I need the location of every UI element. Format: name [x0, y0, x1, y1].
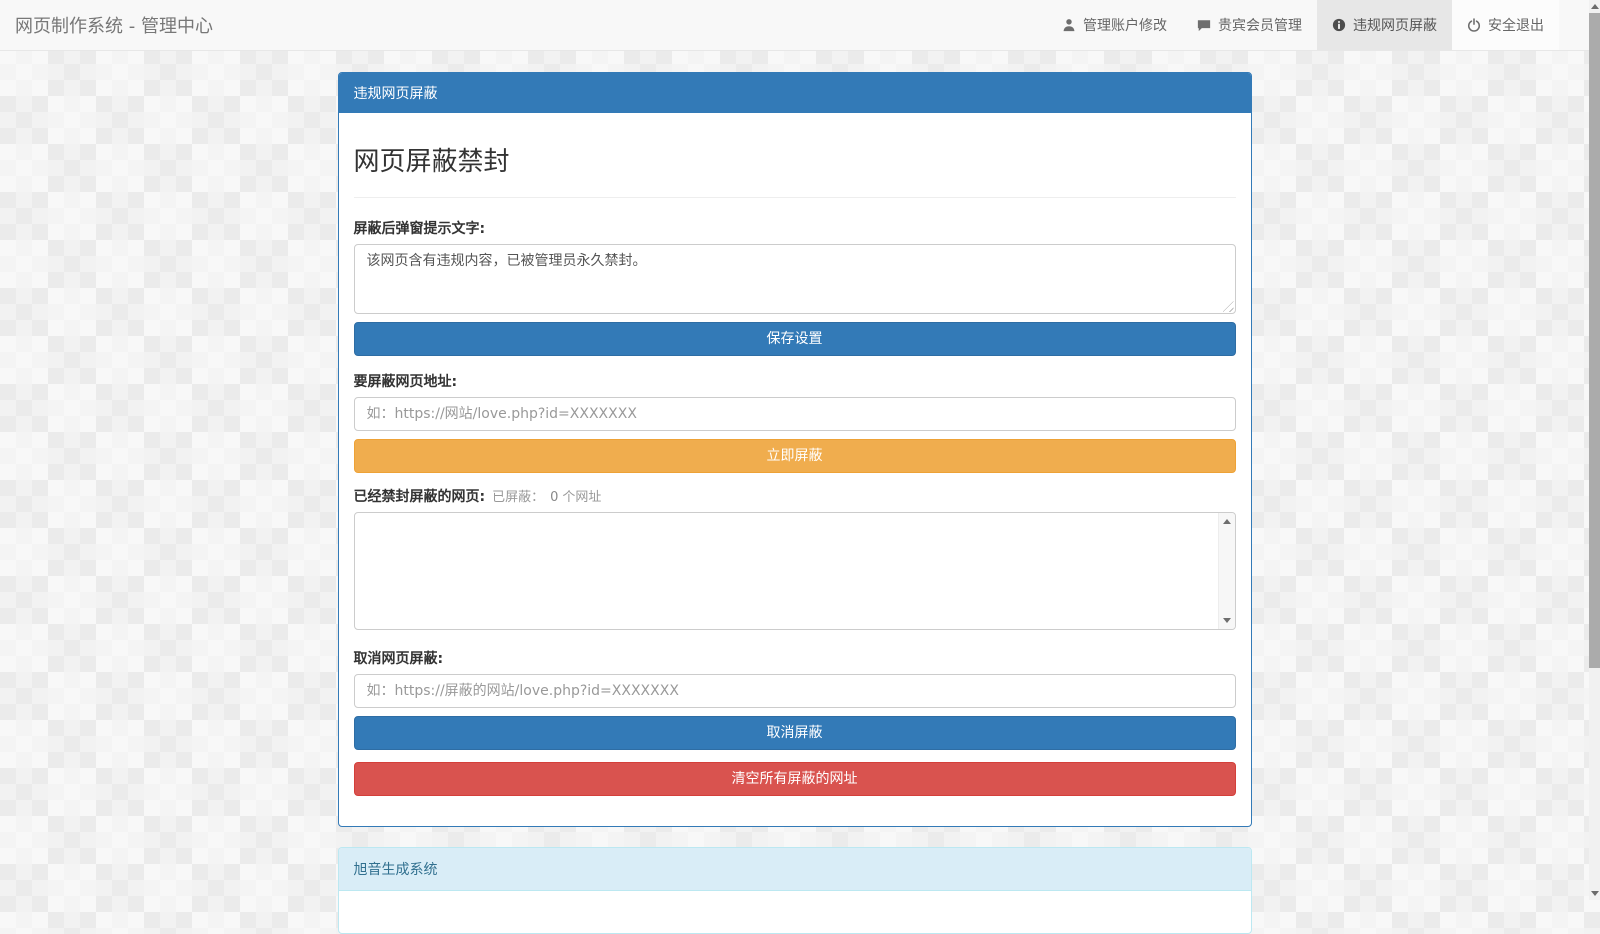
page-viewport: 网页制作系统 - 管理中心 管理账户修改 贵宾会员管理 违规网页屏蔽 — [0, 0, 1589, 900]
nav-item-label: 管理账户修改 — [1083, 15, 1167, 35]
nav-item-label: 贵宾会员管理 — [1218, 15, 1302, 35]
blocked-counter-prefix: 已屏蔽： — [492, 490, 544, 505]
nav-item-label: 安全退出 — [1488, 15, 1544, 35]
comment-icon — [1197, 18, 1211, 32]
scrollbar-down-icon[interactable] — [1591, 891, 1599, 896]
nav-item-vip[interactable]: 贵宾会员管理 — [1182, 0, 1317, 50]
power-icon — [1467, 18, 1481, 32]
nav-item-block-pages[interactable]: 违规网页屏蔽 — [1317, 0, 1452, 50]
navbar-menu: 管理账户修改 贵宾会员管理 违规网页屏蔽 安全退出 — [1047, 0, 1559, 50]
popup-text-label: 屏蔽后弹窗提示文字: — [354, 218, 1236, 238]
block-panel-body: 网页屏蔽禁封 屏蔽后弹窗提示文字: 该网页含有违规内容，已被管理员永久禁封。 保… — [339, 113, 1251, 826]
title-divider — [354, 197, 1236, 198]
info-icon — [1332, 18, 1346, 32]
block-panel: 违规网页屏蔽 网页屏蔽禁封 屏蔽后弹窗提示文字: 该网页含有违规内容，已被管理员… — [338, 72, 1252, 827]
block-now-button[interactable]: 立即屏蔽 — [354, 439, 1236, 473]
blocked-list-scrollbar[interactable] — [1218, 513, 1235, 629]
blocked-count: 0 — [550, 490, 558, 505]
generator-panel: 旭音生成系统 — [338, 847, 1252, 934]
blocked-list-box[interactable] — [354, 512, 1236, 630]
block-url-input[interactable] — [354, 397, 1236, 431]
popup-textarea-wrap: 该网页含有违规内容，已被管理员永久禁封。 — [354, 244, 1236, 314]
blocked-list-label: 已经禁封屏蔽的网页: — [354, 486, 486, 506]
unblock-url-input[interactable] — [354, 674, 1236, 708]
nav-item-label: 违规网页屏蔽 — [1353, 15, 1437, 35]
blocked-counter-suffix: 个网址 — [562, 490, 601, 505]
scrollbar-thumb[interactable] — [1589, 13, 1600, 668]
clear-all-button[interactable]: 清空所有屏蔽的网址 — [354, 762, 1236, 796]
user-icon — [1062, 18, 1076, 32]
blocked-counter: 已屏蔽： 0 个网址 — [492, 486, 601, 505]
navbar: 网页制作系统 - 管理中心 管理账户修改 贵宾会员管理 违规网页屏蔽 — [0, 0, 1589, 51]
nav-item-logout[interactable]: 安全退出 — [1452, 0, 1559, 50]
nav-item-account[interactable]: 管理账户修改 — [1047, 0, 1182, 50]
block-url-label: 要屏蔽网页地址: — [354, 371, 1236, 391]
main-content: 违规网页屏蔽 网页屏蔽禁封 屏蔽后弹窗提示文字: 该网页含有违规内容，已被管理员… — [338, 72, 1252, 934]
unblock-url-label: 取消网页屏蔽: — [354, 648, 1236, 668]
unblock-button[interactable]: 取消屏蔽 — [354, 716, 1236, 750]
page-title: 网页屏蔽禁封 — [354, 141, 1236, 178]
page-scrollbar[interactable] — [1589, 0, 1600, 900]
popup-text-textarea[interactable]: 该网页含有违规内容，已被管理员永久禁封。 — [354, 244, 1236, 314]
generator-panel-heading: 旭音生成系统 — [339, 848, 1251, 891]
block-panel-heading: 违规网页屏蔽 — [339, 73, 1251, 113]
save-settings-button[interactable]: 保存设置 — [354, 322, 1236, 356]
navbar-brand[interactable]: 网页制作系统 - 管理中心 — [0, 0, 228, 50]
scroll-down-icon[interactable] — [1223, 618, 1231, 623]
scroll-up-icon[interactable] — [1223, 519, 1231, 524]
generator-panel-body — [339, 891, 1251, 933]
blocked-list-label-row: 已经禁封屏蔽的网页: 已屏蔽： 0 个网址 — [354, 486, 1236, 506]
scrollbar-up-icon[interactable] — [1591, 4, 1599, 9]
